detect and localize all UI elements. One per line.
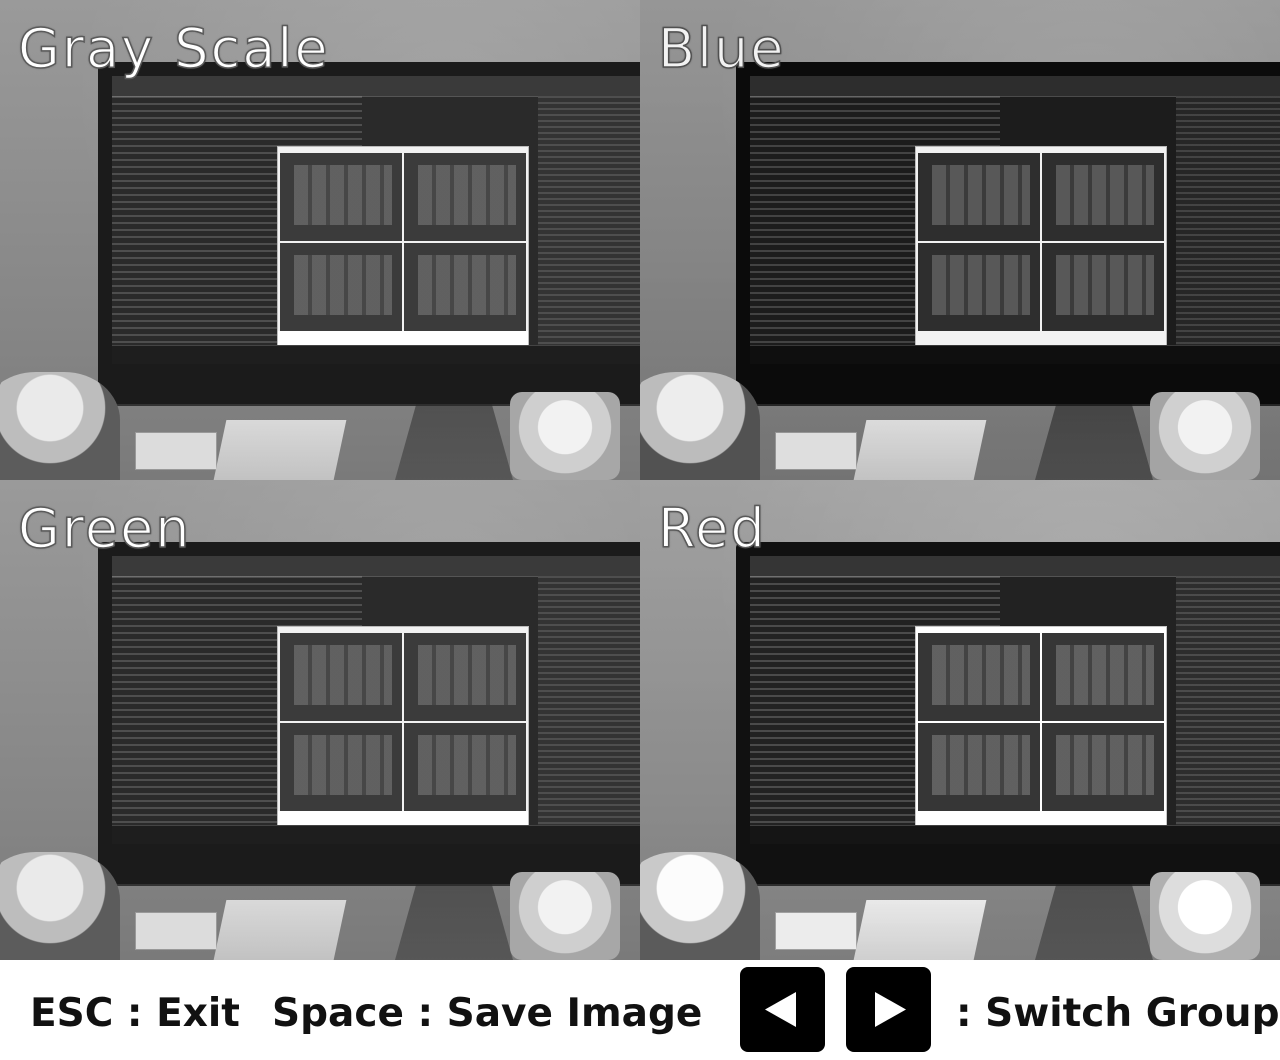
save-image-hint: Space : Save Image	[272, 991, 703, 1036]
desk-bowl	[640, 372, 760, 480]
monitor-screen	[112, 76, 640, 364]
switch-group-hint: : Switch Group	[956, 991, 1280, 1036]
nested-quadrant	[918, 633, 1040, 721]
nested-quadrant	[404, 723, 526, 811]
nested-quadrant	[404, 633, 526, 721]
nested-preview-window	[915, 626, 1167, 828]
nested-quadrant	[404, 153, 526, 241]
desk-papers	[853, 420, 987, 480]
panel-label: Red	[657, 497, 767, 561]
panel-blue: Blue	[640, 0, 1280, 480]
desk-bowl	[640, 852, 760, 960]
triangle-left-icon	[765, 992, 796, 1027]
desk-router	[135, 432, 217, 470]
nested-quadrant	[280, 723, 402, 811]
ide-side-pane	[538, 576, 640, 826]
panel-gray-scale: Gray Scale	[0, 0, 640, 480]
os-taskbar	[112, 345, 640, 364]
panel-label: Green	[17, 497, 192, 561]
panel-label: Blue	[657, 17, 786, 81]
nested-quadrant	[1042, 153, 1164, 241]
desk-papers	[853, 900, 987, 960]
os-taskbar	[112, 825, 640, 844]
nested-quadrant	[1042, 243, 1164, 331]
desk-bowl	[0, 372, 120, 480]
desk-router	[135, 912, 217, 950]
desk-papers	[213, 900, 347, 960]
panel-red: Red	[640, 480, 1280, 960]
nested-quadrant	[918, 153, 1040, 241]
desk-router	[775, 912, 857, 950]
monitor-screen	[112, 556, 640, 844]
ide-menubar	[750, 76, 1280, 97]
panel-label: Gray Scale	[17, 17, 330, 81]
nested-quadrant	[280, 633, 402, 721]
previous-group-button[interactable]	[740, 967, 825, 1052]
os-taskbar	[750, 345, 1280, 364]
monitor-screen	[750, 556, 1280, 844]
monitor	[736, 62, 1280, 404]
exit-hint: ESC : Exit	[30, 991, 240, 1036]
nested-preview-window	[915, 146, 1167, 348]
desk-cup	[1150, 872, 1260, 960]
desk-papers	[213, 420, 347, 480]
monitor	[98, 62, 640, 404]
nested-preview-window	[277, 626, 529, 828]
desk-cup	[1150, 392, 1260, 480]
panel-green: Green	[0, 480, 640, 960]
nested-quadrant	[1042, 723, 1164, 811]
ide-side-pane	[1176, 96, 1280, 346]
nested-quadrant	[280, 153, 402, 241]
monitor	[98, 542, 640, 884]
desk-cup	[510, 392, 620, 480]
nested-quadrant	[404, 243, 526, 331]
desk-bowl	[0, 852, 120, 960]
ide-menubar	[750, 556, 1280, 577]
channel-grid: Gray Scale Blue Green Red	[0, 0, 1280, 960]
nested-preview-window	[277, 146, 529, 348]
nested-quadrant	[280, 243, 402, 331]
desk-router	[775, 432, 857, 470]
keyboard-hint-bar: ESC : Exit Space : Save Image : Switch G…	[0, 960, 1280, 1060]
nested-quadrant	[1042, 633, 1164, 721]
monitor-screen	[750, 76, 1280, 364]
desk-cup	[510, 872, 620, 960]
next-group-button[interactable]	[846, 967, 931, 1052]
nested-quadrant	[918, 723, 1040, 811]
monitor	[736, 542, 1280, 884]
ide-side-pane	[1176, 576, 1280, 826]
triangle-right-icon	[875, 992, 906, 1027]
os-taskbar	[750, 825, 1280, 844]
nested-quadrant	[918, 243, 1040, 331]
ide-side-pane	[538, 96, 640, 346]
